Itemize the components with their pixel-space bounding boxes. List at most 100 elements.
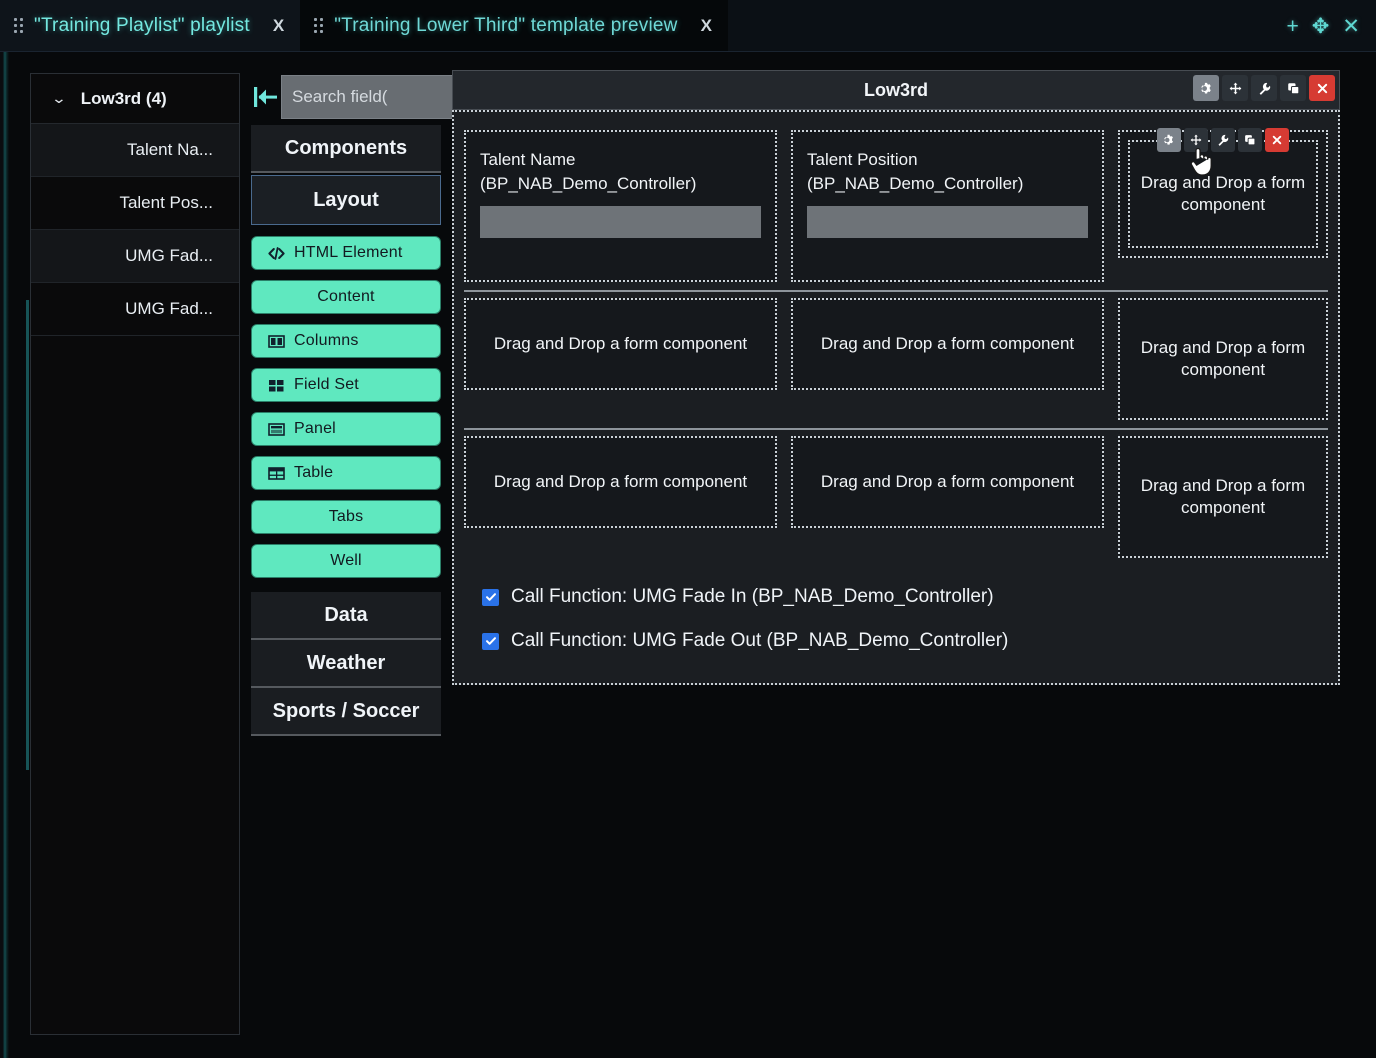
palette-item-label: Columns: [294, 332, 359, 350]
palette-section-sports-soccer[interactable]: Sports / Soccer: [251, 688, 441, 736]
tab-close-icon[interactable]: X: [273, 16, 284, 36]
drag-handle-icon[interactable]: [14, 18, 23, 33]
outliner-group-label: Low3rd (4): [81, 89, 167, 109]
palette-item-html-element[interactable]: HTML Element: [251, 236, 441, 270]
form-placeholder-selected[interactable]: Drag and Drop a form component: [1128, 140, 1318, 248]
canvas-column: Drag and Drop a form component: [1118, 298, 1328, 420]
palette-item-field-set[interactable]: Field Set: [251, 368, 441, 402]
palette-item-tabs[interactable]: Tabs: [251, 500, 441, 534]
canvas-column: Drag and Drop a form component: [1118, 130, 1328, 282]
placeholder-label: Drag and Drop a form component: [821, 333, 1074, 355]
tab-close-icon[interactable]: X: [701, 16, 712, 36]
palette-item-label: HTML Element: [294, 244, 403, 262]
canvas-column: Talent Name (BP_NAB_Demo_Controller): [464, 130, 777, 282]
list-item[interactable]: Talent Na...: [31, 124, 239, 177]
field-label: Talent Name (BP_NAB_Demo_Controller): [480, 148, 696, 196]
outliner-group-header[interactable]: ⌄ Low3rd (4): [31, 74, 239, 124]
palette-section-data[interactable]: Data: [251, 592, 441, 640]
outliner-panel: ⌄ Low3rd (4) Talent Na... Talent Pos... …: [30, 73, 240, 1035]
page-title: Low3rd: [864, 80, 928, 101]
checkbox-row-umg-fade-out[interactable]: Call Function: UMG Fade Out (BP_NAB_Demo…: [482, 630, 1328, 652]
list-item[interactable]: UMG Fad...: [31, 230, 239, 283]
form-placeholder[interactable]: Drag and Drop a form component: [464, 298, 777, 390]
form-placeholder[interactable]: Drag and Drop a form component: [791, 298, 1104, 390]
form-placeholder[interactable]: Drag and Drop a form component: [1118, 298, 1328, 420]
palette-item-label: Panel: [294, 420, 336, 438]
close-icon[interactable]: ✕: [1342, 16, 1360, 37]
talent-position-input[interactable]: [807, 206, 1088, 238]
placeholder-label: Drag and Drop a form component: [1130, 172, 1316, 217]
palette-item-well[interactable]: Well: [251, 544, 441, 578]
placeholder-label: Drag and Drop a form component: [494, 471, 747, 493]
list-item-label: Talent Pos...: [119, 193, 213, 213]
app-root: "Training Playlist" playlist X "Training…: [0, 0, 1376, 1058]
copy-icon[interactable]: [1238, 128, 1262, 152]
tab-training-lower-third[interactable]: "Training Lower Third" template preview …: [300, 0, 728, 51]
canvas-row: Drag and Drop a form component Drag and …: [464, 430, 1328, 566]
move-icon[interactable]: ✥: [1312, 16, 1330, 37]
canvas-column: Drag and Drop a form component: [791, 436, 1104, 558]
talent-name-input[interactable]: [480, 206, 761, 238]
move-icon[interactable]: [1184, 128, 1208, 152]
palette-top-bar: [251, 73, 441, 125]
palette-item-columns[interactable]: Columns: [251, 324, 441, 358]
panel-icon: [268, 422, 285, 437]
canvas-body[interactable]: Talent Name (BP_NAB_Demo_Controller) Tal…: [452, 110, 1340, 685]
form-placeholder[interactable]: Drag and Drop a form component: [464, 436, 777, 528]
checkbox-label: Call Function: UMG Fade In (BP_NAB_Demo_…: [511, 586, 994, 608]
move-icon[interactable]: [1222, 75, 1248, 101]
form-field-talent-name[interactable]: Talent Name (BP_NAB_Demo_Controller): [464, 130, 777, 282]
chevron-down-icon[interactable]: ⌄: [51, 90, 67, 107]
tab-label: "Training Lower Third" template preview: [334, 15, 677, 37]
function-checkbox-list: Call Function: UMG Fade In (BP_NAB_Demo_…: [464, 566, 1328, 652]
palette-item-table[interactable]: Table: [251, 456, 441, 490]
collapse-panel-button[interactable]: [251, 73, 281, 121]
checkbox-checked-icon[interactable]: [482, 633, 499, 650]
palette-item-list: HTML Element Content Columns: [251, 236, 441, 578]
close-icon[interactable]: [1265, 128, 1289, 152]
form-placeholder[interactable]: Drag and Drop a form component: [791, 436, 1104, 528]
tab-bar: "Training Playlist" playlist X "Training…: [0, 0, 1376, 52]
palette-item-content[interactable]: Content: [251, 280, 441, 314]
left-edge-accent: [26, 300, 29, 770]
add-icon[interactable]: +: [1287, 16, 1299, 37]
nested-container[interactable]: Drag and Drop a form component: [1118, 130, 1328, 258]
tab-training-playlist[interactable]: "Training Playlist" playlist X: [0, 0, 300, 51]
canvas-column: Drag and Drop a form component: [1118, 436, 1328, 558]
palette-item-panel[interactable]: Panel: [251, 412, 441, 446]
list-item-label: UMG Fad...: [125, 246, 213, 266]
close-icon[interactable]: [1309, 75, 1335, 101]
canvas-column: Drag and Drop a form component: [791, 298, 1104, 420]
placeholder-label: Drag and Drop a form component: [494, 333, 747, 355]
checkbox-label: Call Function: UMG Fade Out (BP_NAB_Demo…: [511, 630, 1008, 652]
palette-item-label: Field Set: [294, 376, 359, 394]
wrench-icon[interactable]: [1251, 75, 1277, 101]
code-icon: [268, 246, 285, 261]
copy-icon[interactable]: [1280, 75, 1306, 101]
components-palette: Components Layout HTML Element Content: [251, 73, 441, 736]
placeholder-label: Drag and Drop a form component: [1134, 475, 1312, 520]
list-item[interactable]: Talent Pos...: [31, 177, 239, 230]
form-field-talent-position[interactable]: Talent Position (BP_NAB_Demo_Controller): [791, 130, 1104, 282]
form-placeholder[interactable]: Drag and Drop a form component: [1118, 436, 1328, 558]
gear-icon[interactable]: [1157, 128, 1181, 152]
tab-label: "Training Playlist" playlist: [34, 15, 250, 37]
placeholder-label: Drag and Drop a form component: [821, 471, 1074, 493]
left-edge-strip: [0, 0, 9, 1058]
drag-handle-icon[interactable]: [314, 18, 323, 33]
canvas-header: Low3rd: [452, 70, 1340, 110]
table-icon: [268, 466, 285, 481]
palette-section-layout[interactable]: Layout: [251, 175, 441, 225]
wrench-icon[interactable]: [1211, 128, 1235, 152]
palette-header-components[interactable]: Components: [251, 125, 441, 173]
checkbox-row-umg-fade-in[interactable]: Call Function: UMG Fade In (BP_NAB_Demo_…: [482, 586, 1328, 608]
list-item-label: UMG Fad...: [125, 299, 213, 319]
palette-section-list: Data Weather Sports / Soccer: [251, 592, 441, 736]
window-controls: + ✥ ✕: [1287, 0, 1360, 52]
palette-item-label: Content: [317, 288, 374, 306]
palette-item-label: Well: [330, 552, 362, 570]
checkbox-checked-icon[interactable]: [482, 589, 499, 606]
palette-section-weather[interactable]: Weather: [251, 640, 441, 688]
gear-icon[interactable]: [1193, 75, 1219, 101]
list-item[interactable]: UMG Fad...: [31, 283, 239, 336]
